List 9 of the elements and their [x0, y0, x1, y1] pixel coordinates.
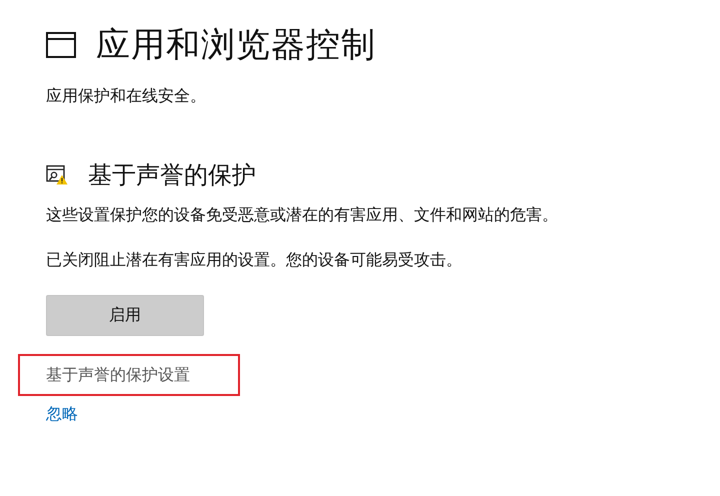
warning-text: 已关闭阻止潜在有害应用的设置。您的设备可能易受攻击。 [46, 250, 463, 271]
section-title: 基于声誉的保护 [88, 160, 256, 191]
section-description: 这些设置保护您的设备免受恶意或潜在的有害应用、文件和网站的危害。 [46, 205, 559, 226]
dismiss-link[interactable]: 忽略 [46, 404, 78, 423]
settings-link[interactable]: 基于声誉的保护设置 [46, 364, 190, 386]
enable-button[interactable]: 启用 [46, 295, 204, 336]
page-title: 应用和浏览器控制 [96, 24, 376, 67]
window-icon [46, 32, 76, 58]
page-subtitle: 应用保护和在线安全。 [46, 86, 207, 107]
